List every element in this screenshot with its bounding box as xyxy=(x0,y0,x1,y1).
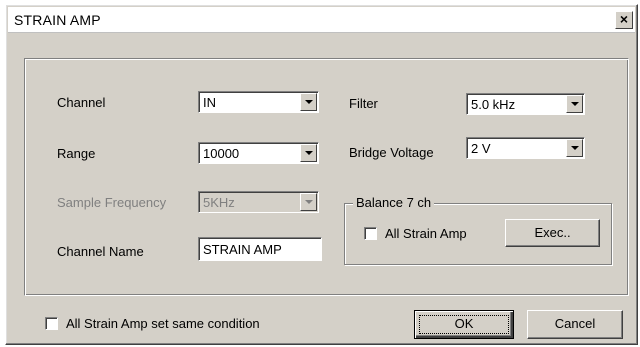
range-select[interactable]: 10000 xyxy=(198,142,319,164)
bridge-voltage-label: Bridge Voltage xyxy=(349,145,434,160)
chevron-down-icon[interactable] xyxy=(300,144,317,162)
ok-button-label: OK xyxy=(454,316,474,331)
cancel-button[interactable]: Cancel xyxy=(527,310,623,339)
channel-name-label: Channel Name xyxy=(57,244,144,259)
sample-frequency-select: 5KHz xyxy=(198,191,319,213)
range-select-value: 10000 xyxy=(203,146,240,161)
sample-frequency-label: Sample Frequency xyxy=(57,195,167,210)
channel-label: Channel xyxy=(57,95,106,110)
same-condition-checkbox[interactable] xyxy=(45,317,58,330)
title-bar: STRAIN AMP × xyxy=(8,7,635,33)
close-icon: × xyxy=(619,11,629,27)
same-condition-label[interactable]: All Strain Amp set same condition xyxy=(66,316,260,331)
exec-button[interactable]: Exec.. xyxy=(505,219,600,247)
chevron-down-icon xyxy=(300,193,317,211)
exec-button-label: Exec.. xyxy=(534,225,571,240)
channel-select[interactable]: IN xyxy=(198,91,319,113)
window-title: STRAIN AMP xyxy=(14,12,101,28)
filter-select[interactable]: 5.0 kHz xyxy=(466,93,585,115)
all-strain-amp-checkbox[interactable] xyxy=(364,227,377,240)
cancel-button-label: Cancel xyxy=(554,316,596,331)
chevron-down-icon[interactable] xyxy=(300,93,317,111)
close-button[interactable]: × xyxy=(615,11,633,29)
bridge-voltage-select-value: 2 V xyxy=(471,141,491,156)
channel-name-input-value: STRAIN AMP xyxy=(203,242,282,257)
ok-button[interactable]: OK xyxy=(414,310,514,339)
bridge-voltage-select[interactable]: 2 V xyxy=(466,137,585,159)
chevron-down-icon[interactable] xyxy=(566,139,583,157)
range-label: Range xyxy=(57,146,96,161)
channel-select-value: IN xyxy=(203,95,216,110)
chevron-down-icon[interactable] xyxy=(566,95,583,113)
sample-frequency-select-value: 5KHz xyxy=(203,195,235,210)
filter-select-value: 5.0 kHz xyxy=(471,97,516,112)
channel-name-input[interactable]: STRAIN AMP xyxy=(198,237,322,261)
balance-group-legend: Balance 7 ch xyxy=(353,195,435,210)
all-strain-amp-label[interactable]: All Strain Amp xyxy=(385,226,467,241)
filter-label: Filter xyxy=(349,96,378,111)
